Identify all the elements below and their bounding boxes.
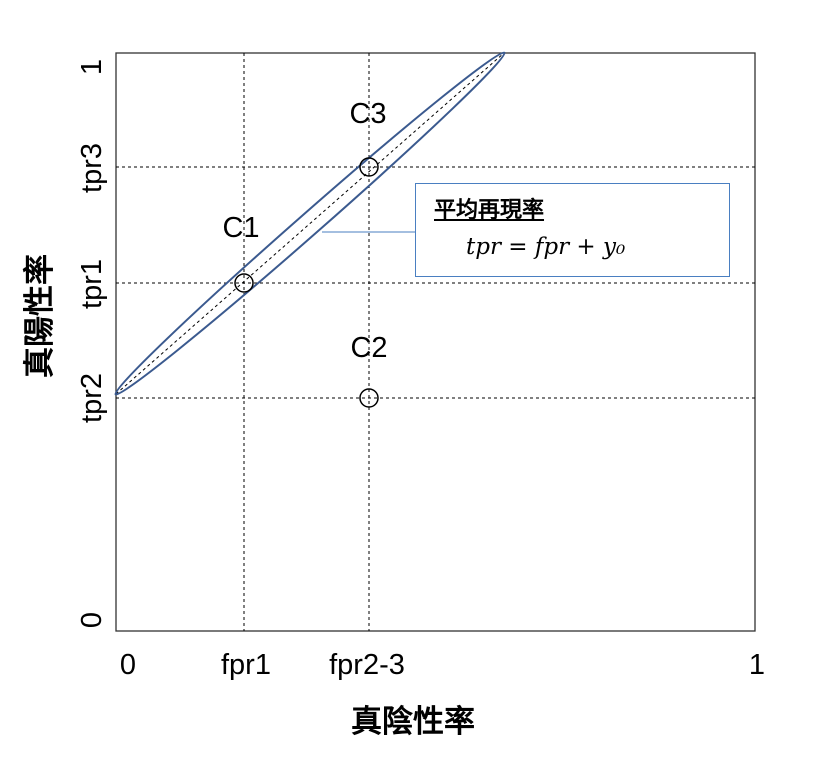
plot-frame xyxy=(115,52,756,632)
x-tick-fpr1: fpr1 xyxy=(221,649,271,681)
y-tick-1: 1 xyxy=(76,59,108,75)
point-c2-label: C2 xyxy=(350,332,387,364)
callout-title: 平均再現率 xyxy=(434,198,545,223)
average-recall-callout: 平均再現率 tpr = fpr + y₀ xyxy=(415,183,730,277)
point-c1-label: C1 xyxy=(222,212,259,244)
roc-diagram: C1 C3 C2 0 fpr1 fpr2-3 1 真陰性率 1 tpr3 tpr… xyxy=(22,51,765,739)
x-tick-fpr23: fpr2-3 xyxy=(329,649,405,681)
point-c3-label: C3 xyxy=(349,98,386,130)
x-tick-1: 1 xyxy=(749,649,765,681)
y-tick-tpr2: tpr2 xyxy=(76,373,108,423)
y-tick-0: 0 xyxy=(76,612,108,628)
y-tick-tpr1: tpr1 xyxy=(76,259,108,309)
x-tick-0: 0 xyxy=(120,649,136,681)
callout-formula: tpr = fpr + y₀ xyxy=(466,234,626,260)
y-axis-title: 真陽性率 xyxy=(22,254,57,378)
y-tick-tpr3: tpr3 xyxy=(76,143,108,193)
x-axis-title: 真陰性率 xyxy=(351,704,475,739)
